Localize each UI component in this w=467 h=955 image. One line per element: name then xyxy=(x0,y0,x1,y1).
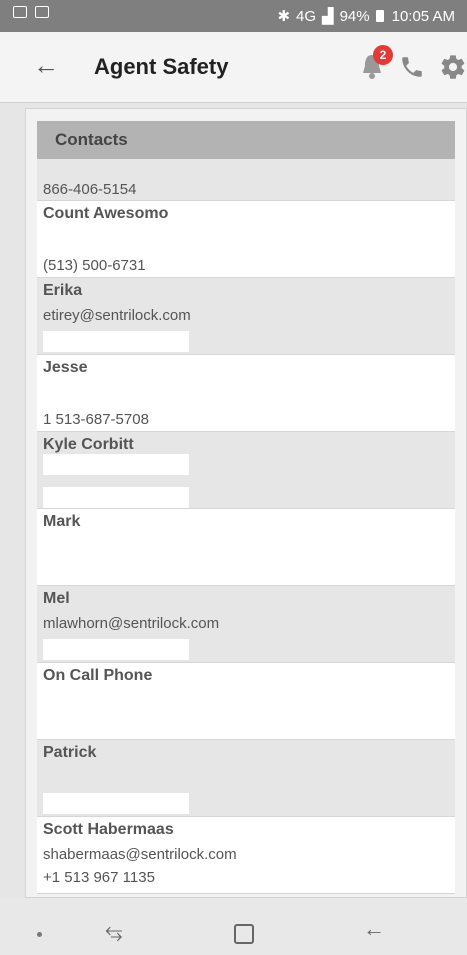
redacted-field xyxy=(43,793,189,814)
status-bar: ✱ 4G ▟ 94% 10:05 AM xyxy=(0,0,467,32)
redacted-field xyxy=(43,454,189,475)
contact-email[interactable]: shabermaas@sentrilock.com xyxy=(43,846,237,863)
page-title: Agent Safety xyxy=(94,54,229,79)
nav-dot-icon xyxy=(37,932,42,937)
contact-name: Scott Habermaas xyxy=(43,821,174,838)
contact-row[interactable]: Jesse 1 513-687-5708 xyxy=(37,355,455,432)
recent-apps-icon[interactable]: ⥃ xyxy=(105,918,123,944)
contact-name: Mel xyxy=(43,590,70,607)
contact-row[interactable]: 866-406-5154 xyxy=(37,159,455,201)
contact-name: On Call Phone xyxy=(43,667,153,684)
contact-row[interactable]: Kyle Corbitt xyxy=(37,432,455,509)
contact-phone[interactable]: +1 513 967 1135 xyxy=(43,869,155,886)
battery-percent: 94% xyxy=(339,7,370,25)
status-right: ✱ 4G ▟ 94% 10:05 AM xyxy=(277,7,455,26)
signal-icon: ▟ xyxy=(322,8,334,25)
notification-badge: 2 xyxy=(373,45,393,65)
contact-name: Erika xyxy=(43,282,83,299)
redacted-field xyxy=(43,487,189,508)
contacts-header: Contacts xyxy=(37,121,455,159)
image-icon xyxy=(35,6,49,18)
settings-gear-icon[interactable] xyxy=(439,53,467,81)
contact-row[interactable]: Erika etirey@sentrilock.com xyxy=(37,278,455,355)
network-label: 4G xyxy=(296,7,317,25)
phone-icon[interactable] xyxy=(399,54,425,80)
contact-name: Mark xyxy=(43,513,81,530)
battery-icon xyxy=(375,10,384,22)
contact-row[interactable]: Patrick xyxy=(37,740,455,817)
contact-phone[interactable]: 866-406-5154 xyxy=(43,181,136,198)
contact-phone[interactable]: 1 513-687-5708 xyxy=(43,411,149,428)
bluetooth-icon: ✱ xyxy=(277,8,291,25)
back-arrow-icon[interactable]: ← xyxy=(33,52,59,78)
contact-row[interactable]: Mel mlawhorn@sentrilock.com xyxy=(37,586,455,663)
contact-row[interactable]: Count Awesomo (513) 500-6731 xyxy=(37,201,455,278)
clock: 10:05 AM xyxy=(391,7,455,25)
contact-row[interactable]: Mark xyxy=(37,509,455,586)
contact-name: Patrick xyxy=(43,744,97,761)
contact-phone[interactable]: (513) 500-6731 xyxy=(43,257,146,274)
app-bar: ← Agent Safety 2 xyxy=(0,32,467,103)
redacted-field xyxy=(43,331,189,352)
contact-name: Jesse xyxy=(43,359,88,376)
contact-name: Kyle Corbitt xyxy=(43,436,134,453)
back-icon[interactable]: ← xyxy=(363,916,385,942)
contacts-card: Contacts 866-406-5154 Count Awesomo (513… xyxy=(25,108,467,898)
contact-row[interactable]: Scott Habermaas shabermaas@sentrilock.co… xyxy=(37,817,455,894)
system-nav-bar: ⥃ ← xyxy=(0,898,467,955)
contact-email[interactable]: mlawhorn@sentrilock.com xyxy=(43,615,219,632)
contacts-list: 866-406-5154 Count Awesomo (513) 500-673… xyxy=(37,159,455,894)
home-icon[interactable] xyxy=(234,924,254,944)
status-notification-icons xyxy=(13,6,49,18)
mail-icon xyxy=(13,6,27,18)
contact-row[interactable]: On Call Phone xyxy=(37,663,455,740)
contact-email[interactable]: etirey@sentrilock.com xyxy=(43,307,191,324)
redacted-field xyxy=(43,639,189,660)
contact-name: Count Awesomo xyxy=(43,205,169,222)
